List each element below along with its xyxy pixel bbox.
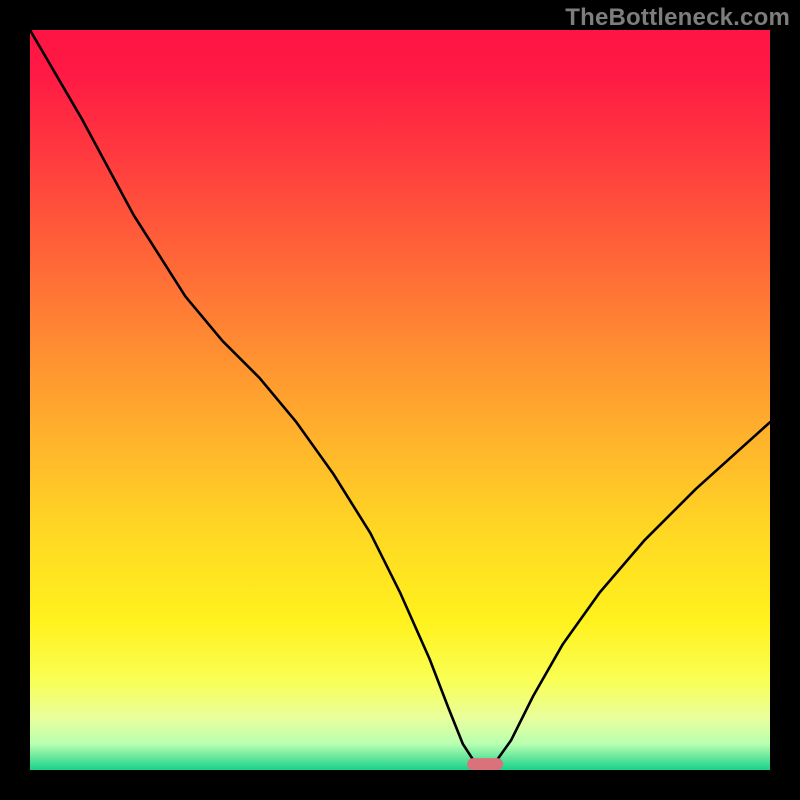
optimum-marker (467, 758, 503, 770)
plot-svg (30, 30, 770, 770)
chart-frame: TheBottleneck.com (0, 0, 800, 800)
gradient-background (30, 30, 770, 770)
plot-area (30, 30, 770, 770)
watermark-text: TheBottleneck.com (565, 4, 790, 32)
